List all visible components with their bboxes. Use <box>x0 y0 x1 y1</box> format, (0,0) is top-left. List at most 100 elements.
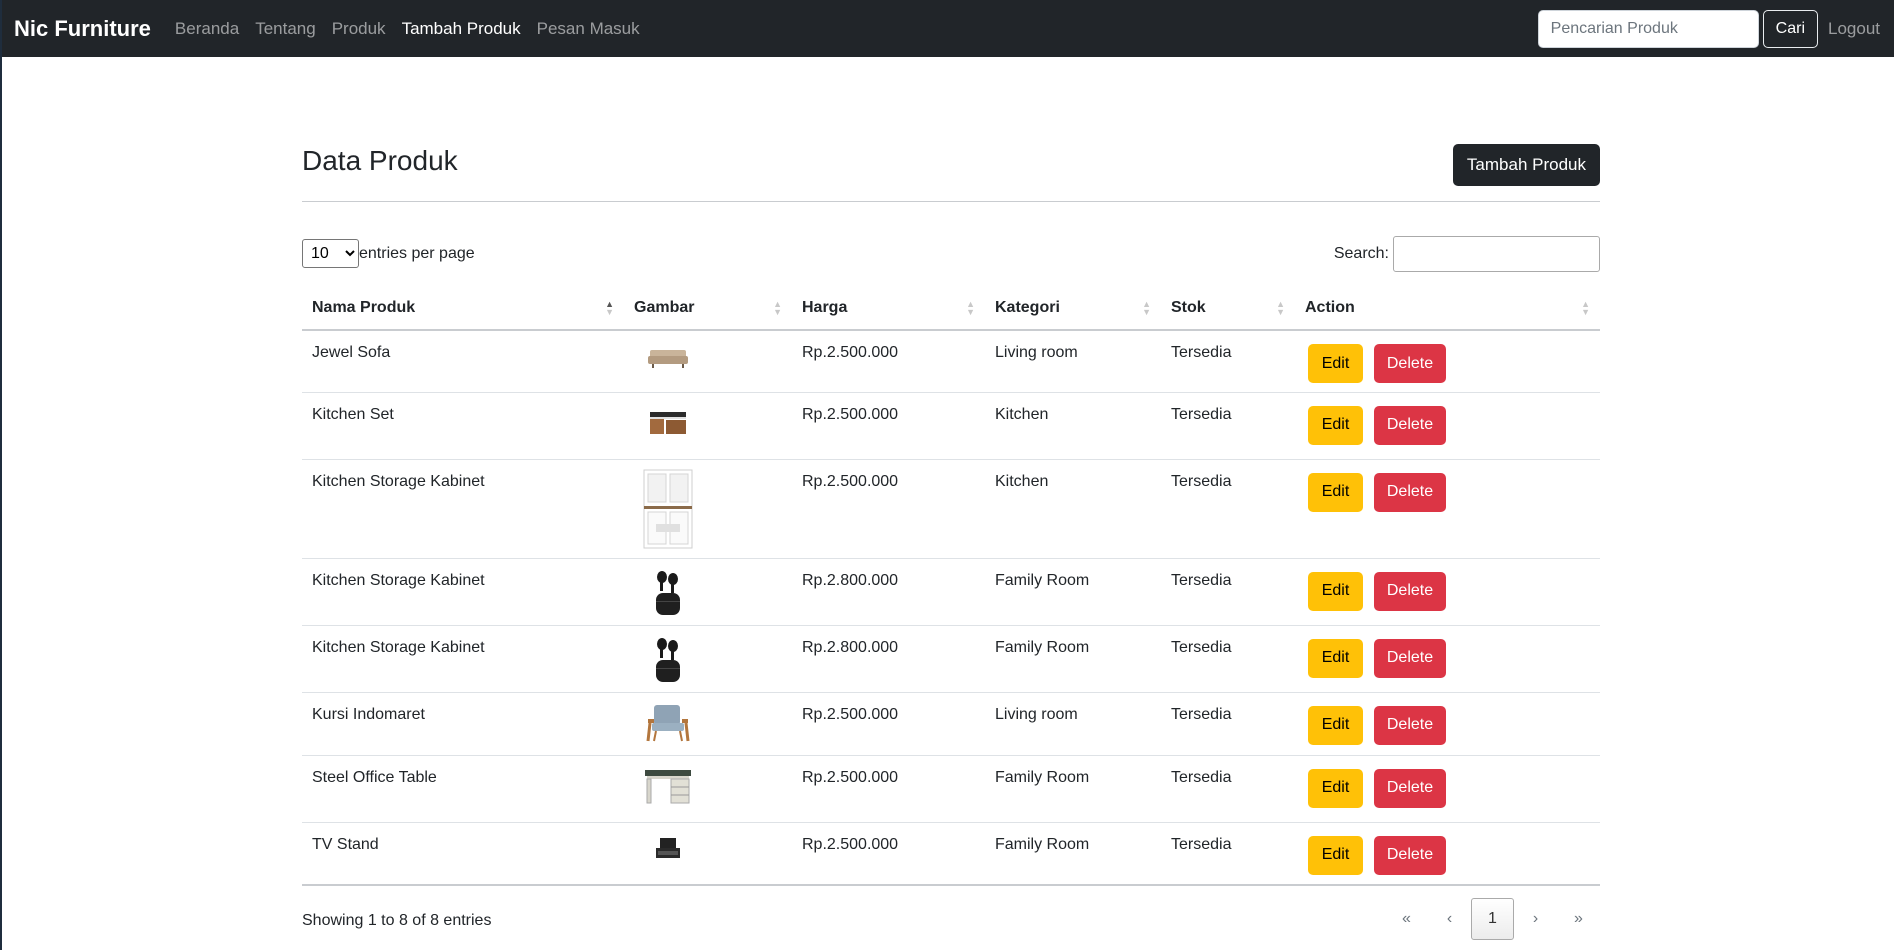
brand-logo[interactable]: Nic Furniture <box>14 16 151 42</box>
add-product-button[interactable]: Tambah Produk <box>1452 144 1600 186</box>
delete-button[interactable]: Delete <box>1374 835 1446 875</box>
column-header-action[interactable]: Action ▲ ▼ <box>1295 286 1600 331</box>
edit-button[interactable]: Edit <box>1308 768 1363 808</box>
edit-button[interactable]: Edit <box>1308 405 1363 445</box>
nav-link-produk[interactable]: Produk <box>332 19 386 39</box>
delete-button[interactable]: Delete <box>1374 768 1446 808</box>
edit-button[interactable]: Edit <box>1308 835 1363 875</box>
column-header-harga[interactable]: Harga ▲ ▼ <box>792 286 985 331</box>
delete-button[interactable]: Delete <box>1374 472 1446 512</box>
table-header-row: Nama Produk ▲ ▼ Gambar ▲ ▼ Harga ▲ ▼ Kategori ▲… <box>302 286 1600 331</box>
column-header-label: Nama Produk <box>312 298 416 316</box>
edit-button[interactable]: Edit <box>1308 705 1363 745</box>
image-cell <box>624 330 792 393</box>
product-table: Nama Produk ▲ ▼ Gambar ▲ ▼ Harga ▲ ▼ Kategori ▲… <box>302 286 1600 886</box>
table-search-label: Search: <box>1333 245 1389 262</box>
product-price: Rp.2.500.000 <box>792 822 985 886</box>
nav-link-beranda[interactable]: Beranda <box>175 19 239 39</box>
column-header-kategori[interactable]: Kategori ▲ ▼ <box>985 286 1161 331</box>
delete-button[interactable]: Delete <box>1374 344 1446 383</box>
nav-link-tambah-produk[interactable]: Tambah Produk <box>402 19 521 39</box>
nav-link-tentang[interactable]: Tentang <box>255 19 316 39</box>
edit-button[interactable]: Edit <box>1308 472 1363 512</box>
kitchen-set-icon <box>650 411 686 434</box>
column-header-gambar[interactable]: Gambar ▲ ▼ <box>624 286 792 331</box>
pagination: « ‹ 1 › » <box>1385 898 1600 940</box>
delete-button[interactable]: Delete <box>1374 571 1446 611</box>
row-actions: Edit Delete <box>1305 638 1590 678</box>
action-cell: Edit Delete <box>1295 692 1600 756</box>
product-price: Rp.2.500.000 <box>792 392 985 460</box>
pagination-page-1[interactable]: 1 <box>1471 898 1514 940</box>
cabinet-icon <box>643 469 693 548</box>
action-cell: Edit Delete <box>1295 459 1600 559</box>
delete-button[interactable]: Delete <box>1374 405 1446 445</box>
product-name: Kitchen Storage Kabinet <box>302 558 624 626</box>
entries-per-page-select[interactable]: 10 <box>302 239 359 268</box>
product-category: Family Room <box>985 822 1161 886</box>
pagination-last-button[interactable]: » <box>1557 898 1600 940</box>
nav-link-pesan-masuk[interactable]: Pesan Masuk <box>537 19 640 39</box>
table-row: Kursi Indomaret Rp.2.500.000 Living room… <box>302 692 1600 756</box>
product-category: Family Room <box>985 558 1161 626</box>
product-name: TV Stand <box>302 822 624 886</box>
column-header-stok[interactable]: Stok ▲ ▼ <box>1161 286 1295 331</box>
product-search-input[interactable] <box>1537 9 1759 48</box>
pagination-first-button[interactable]: « <box>1385 898 1428 940</box>
row-actions: Edit Delete <box>1305 344 1590 383</box>
edit-button[interactable]: Edit <box>1308 638 1363 678</box>
product-name: Kitchen Set <box>302 392 624 460</box>
delete-button[interactable]: Delete <box>1374 638 1446 678</box>
product-stock: Tersedia <box>1161 392 1295 460</box>
product-category: Kitchen <box>985 459 1161 559</box>
search-button[interactable]: Cari <box>1762 9 1818 48</box>
delete-button[interactable]: Delete <box>1374 705 1446 745</box>
table-search-input[interactable] <box>1393 236 1600 272</box>
product-stock: Tersedia <box>1161 625 1295 693</box>
product-name: Kursi Indomaret <box>302 692 624 756</box>
product-price: Rp.2.500.000 <box>792 755 985 823</box>
datatable-controls: 10 entries per page Search: <box>302 202 1600 286</box>
sort-icon: ▲ ▼ <box>1142 299 1151 317</box>
row-actions: Edit Delete <box>1305 768 1590 808</box>
column-header-label: Gambar <box>634 298 695 316</box>
image-cell <box>624 822 792 886</box>
product-category: Family Room <box>985 755 1161 823</box>
earbuds-icon <box>656 570 680 615</box>
tv-stand-icon <box>656 837 680 858</box>
action-cell: Edit Delete <box>1295 392 1600 460</box>
sort-icon: ▲ ▼ <box>1276 299 1285 317</box>
edit-button[interactable]: Edit <box>1308 571 1363 611</box>
entries-per-page: 10 entries per page <box>302 239 475 268</box>
table-row: Kitchen Storage Kabinet Rp.2.800.000 Fam… <box>302 558 1600 626</box>
product-category: Kitchen <box>985 392 1161 460</box>
logout-link[interactable]: Logout <box>1828 19 1880 39</box>
column-header-label: Stok <box>1171 298 1206 316</box>
product-stock: Tersedia <box>1161 822 1295 886</box>
product-category: Family Room <box>985 625 1161 693</box>
image-cell <box>624 755 792 823</box>
sort-icon: ▲ ▼ <box>1581 299 1590 317</box>
table-row: Steel Office Table Rp.2.500.000 Family R… <box>302 755 1600 823</box>
table-row: Kitchen Set Rp.2.500.000 Kitchen Tersedi… <box>302 392 1600 460</box>
earbuds-icon <box>656 637 680 682</box>
product-price: Rp.2.800.000 <box>792 625 985 693</box>
entries-info: Showing 1 to 8 of 8 entries <box>302 912 492 929</box>
image-wrap <box>634 406 782 438</box>
image-wrap <box>634 836 782 864</box>
action-cell: Edit Delete <box>1295 822 1600 886</box>
row-actions: Edit Delete <box>1305 705 1590 745</box>
top-navbar: Nic Furniture Beranda Tentang Produk Tam… <box>2 0 1894 57</box>
column-header-nama-produk[interactable]: Nama Produk ▲ ▼ <box>302 286 624 331</box>
edit-button[interactable]: Edit <box>1308 344 1363 383</box>
product-stock: Tersedia <box>1161 692 1295 756</box>
sort-icon: ▲ ▼ <box>773 299 782 317</box>
office-desk-icon <box>645 769 691 803</box>
pagination-prev-button[interactable]: ‹ <box>1428 898 1471 940</box>
image-wrap <box>634 704 782 745</box>
pagination-next-button[interactable]: › <box>1514 898 1557 940</box>
sort-asc-icon: ▲ ▼ <box>605 299 614 317</box>
image-wrap <box>634 570 782 617</box>
table-search: Search: <box>1334 236 1600 272</box>
product-name: Kitchen Storage Kabinet <box>302 459 624 559</box>
